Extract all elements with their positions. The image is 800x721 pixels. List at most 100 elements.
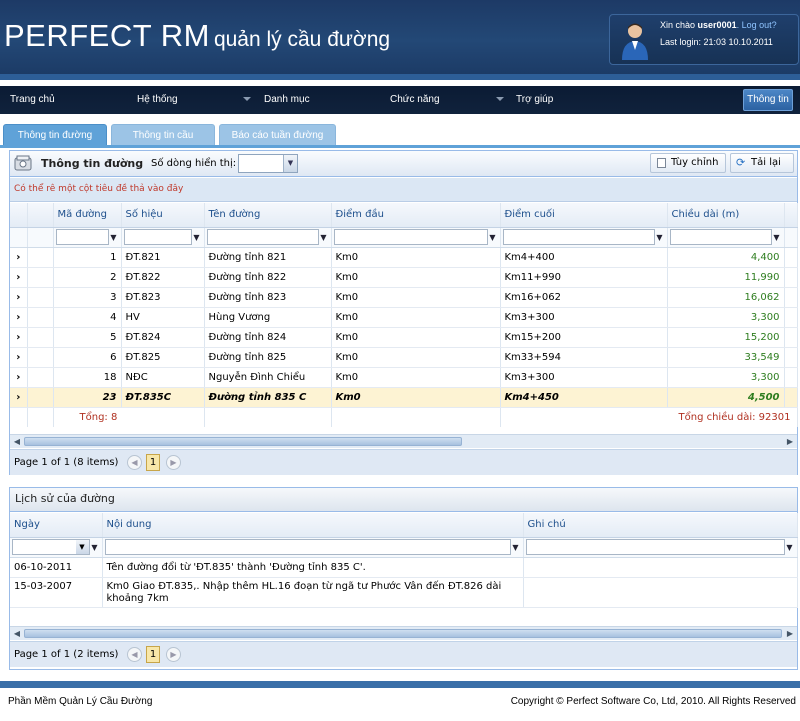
filter-start-point[interactable] <box>333 229 488 245</box>
expand-icon[interactable]: › <box>10 347 28 368</box>
col-start-point[interactable]: Điểm đầu <box>331 203 501 228</box>
filter-note[interactable] <box>525 539 785 555</box>
footer-app-name: Phần Mềm Quản Lý Cầu Đường <box>8 696 153 707</box>
road-code: ĐT.823 <box>121 287 205 308</box>
table-row[interactable]: › 4 HV Hùng Vương Km0 Km3+300 3,300 <box>10 307 798 328</box>
road-id: 3 <box>53 287 122 308</box>
row-end-spacer <box>784 347 798 368</box>
scroll-right-icon[interactable]: ▶ <box>784 436 796 448</box>
row-spacer <box>27 287 54 308</box>
table-row[interactable]: › 3 ĐT.823 Đường tỉnh 823 Km0 Km16+062 16,062 <box>10 287 798 308</box>
col-note[interactable]: Ghi chú <box>523 513 798 538</box>
current-page[interactable]: 1 <box>146 454 160 471</box>
table-row[interactable]: › 18 NĐC Nguyễn Đình Chiểu Km0 Km3+300 3,300 <box>10 367 798 388</box>
expand-icon[interactable]: › <box>10 267 28 288</box>
col-content[interactable]: Nội dung <box>102 513 524 538</box>
expand-icon[interactable]: › <box>10 287 28 308</box>
col-road-name[interactable]: Tên đường <box>204 203 332 228</box>
road-name: Nguyễn Đình Chiểu <box>204 367 332 388</box>
filter-icon[interactable]: ▼ <box>785 543 795 552</box>
menu-home[interactable]: Trang chủ <box>10 94 55 105</box>
current-page[interactable]: 1 <box>146 646 160 663</box>
rows-select[interactable]: ▼ <box>238 154 298 173</box>
table-row[interactable]: › 1 ĐT.821 Đường tỉnh 821 Km0 Km4+400 4,400 <box>10 247 798 268</box>
filter-icon[interactable]: ▼ <box>192 233 202 242</box>
col-road-id[interactable]: Mã đường <box>53 203 122 228</box>
customize-button[interactable]: Tùy chỉnh <box>650 153 726 173</box>
road-length: 16,062 <box>667 287 785 308</box>
history-note <box>523 557 798 578</box>
greeting-text: Xin chào <box>660 20 696 30</box>
menu-help[interactable]: Trợ giúp <box>516 94 553 105</box>
filter-icon[interactable]: ▼ <box>655 233 665 242</box>
menu-system[interactable]: Hệ thống <box>137 94 178 105</box>
footer-copyright: Copyright © Perfect Software Co, Ltd, 20… <box>510 696 796 707</box>
filter-icon[interactable]: ▼ <box>109 233 119 242</box>
scroll-thumb[interactable] <box>24 437 462 446</box>
filter-content[interactable] <box>104 539 511 555</box>
road-name: Đường tỉnh 823 <box>204 287 332 308</box>
scroll-left-icon[interactable]: ◀ <box>11 436 23 448</box>
tab-road-info[interactable]: Thông tin đường <box>3 124 107 146</box>
chevron-down-icon[interactable]: ▼ <box>75 540 89 554</box>
filter-icon[interactable]: ▼ <box>511 543 521 552</box>
road-length: 15,200 <box>667 327 785 348</box>
row-spacer <box>27 267 54 288</box>
logout-link[interactable]: . Log out? <box>737 20 777 30</box>
road-start: Km0 <box>331 387 501 408</box>
menu-catalog[interactable]: Danh mục <box>264 94 310 105</box>
filter-road-id[interactable] <box>55 229 109 245</box>
filter-icon[interactable]: ▼ <box>90 543 100 552</box>
horizontal-scrollbar[interactable]: ◀ ▶ <box>10 434 797 448</box>
next-page-icon[interactable]: ▶ <box>166 455 181 470</box>
filter-date[interactable]: ▼ <box>12 539 90 555</box>
prev-page-icon[interactable]: ◀ <box>127 455 142 470</box>
filter-icon[interactable]: ▼ <box>319 233 329 242</box>
greeting-line: Xin chào user0001. Log out? <box>660 20 777 30</box>
col-end-point[interactable]: Điểm cuối <box>500 203 668 228</box>
scroll-thumb[interactable] <box>24 629 782 638</box>
expand-icon[interactable]: › <box>10 327 28 348</box>
panel-title: Thông tin đường <box>41 157 144 170</box>
row-end-spacer <box>784 307 798 328</box>
road-table: Mã đường Số hiệu Tên đường Điểm đầu Điểm… <box>10 203 798 427</box>
col-length[interactable]: Chiều dài (m) <box>667 203 785 228</box>
horizontal-scrollbar[interactable]: ◀ ▶ <box>10 626 797 640</box>
tab-bridge-info[interactable]: Thông tin cầu <box>111 124 215 146</box>
table-row[interactable]: › 23 ĐT.835C Đường tỉnh 835 C Km0 Km4+450 4,50… <box>10 387 798 408</box>
chevron-down-icon[interactable]: ▼ <box>283 155 297 172</box>
reload-button[interactable]: ⟳ Tải lại <box>730 153 794 173</box>
road-code: ĐT.835C <box>121 387 205 408</box>
username: user0001 <box>697 20 737 30</box>
filter-road-code[interactable] <box>123 229 192 245</box>
road-end: Km3+300 <box>500 307 668 328</box>
table-row[interactable]: › 6 ĐT.825 Đường tỉnh 825 Km0 Km33+594 33,549 <box>10 347 798 368</box>
next-page-icon[interactable]: ▶ <box>166 647 181 662</box>
expand-icon[interactable]: › <box>10 367 28 388</box>
road-panel-icon <box>14 155 32 171</box>
refresh-icon: ⟳ <box>736 156 746 169</box>
filter-end-point[interactable] <box>502 229 655 245</box>
scroll-left-icon[interactable]: ◀ <box>11 628 23 640</box>
info-button[interactable]: Thông tin <box>743 89 793 111</box>
tab-weekly-report[interactable]: Báo cáo tuần đường <box>219 124 336 146</box>
history-content-line2: khoảng 7km <box>106 592 169 604</box>
filter-length[interactable] <box>669 229 772 245</box>
filter-icon[interactable]: ▼ <box>488 233 498 242</box>
table-row[interactable]: › 2 ĐT.822 Đường tỉnh 822 Km0 Km11+990 11,990 <box>10 267 798 288</box>
total-count: Tổng: 8 <box>53 407 205 427</box>
scroll-right-icon[interactable]: ▶ <box>784 628 796 640</box>
menu-functions[interactable]: Chức năng <box>390 94 440 105</box>
reload-label: Tải lại <box>751 157 781 168</box>
expand-icon[interactable]: › <box>10 307 28 328</box>
table-row[interactable]: › 5 ĐT.824 Đường tỉnh 824 Km0 Km15+200 15,200 <box>10 327 798 348</box>
col-date[interactable]: Ngày <box>10 513 103 538</box>
expand-icon[interactable]: › <box>10 247 28 268</box>
filter-road-name[interactable] <box>206 229 319 245</box>
filter-icon[interactable]: ▼ <box>772 233 782 242</box>
expand-icon[interactable]: › <box>10 387 28 408</box>
prev-page-icon[interactable]: ◀ <box>127 647 142 662</box>
history-note <box>523 577 798 608</box>
col-road-code[interactable]: Số hiệu <box>121 203 205 228</box>
group-by-area[interactable]: Có thể rê một cột tiêu đề thả vào đây <box>10 178 797 202</box>
